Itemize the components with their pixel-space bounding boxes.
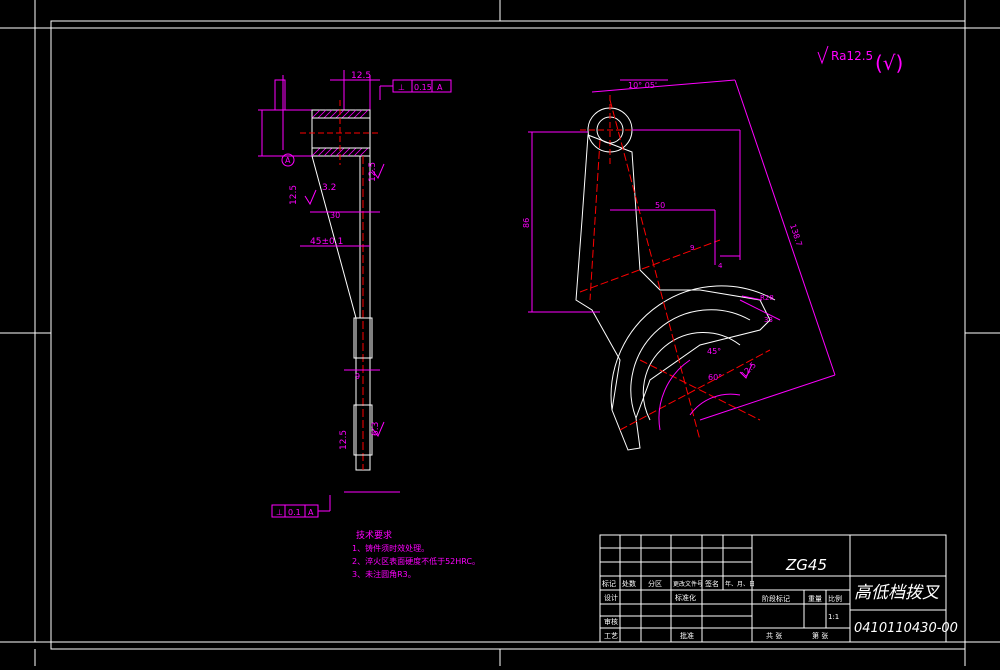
fork-outline xyxy=(575,134,771,451)
dim-12-5: 12.5 xyxy=(739,360,758,379)
tolerance-frame-bottom: ⊥ 0.1 A xyxy=(271,495,331,518)
datum-label: A xyxy=(285,156,291,165)
dim-9: 9 xyxy=(355,372,360,381)
svg-text:批准: 批准 xyxy=(680,631,694,640)
drawing-number: 0410110430-00 xyxy=(854,621,958,636)
svg-text:审核: 审核 xyxy=(604,617,618,626)
svg-text:工艺: 工艺 xyxy=(604,632,618,640)
scale-value: 1:1 xyxy=(828,613,839,621)
dim-30: 30 xyxy=(330,211,340,220)
svg-text:比例: 比例 xyxy=(828,594,842,603)
svg-text:共 张: 共 张 xyxy=(766,631,782,640)
svg-text:标记: 标记 xyxy=(602,579,616,588)
svg-text:0.1: 0.1 xyxy=(288,508,301,517)
dim-top-label: 12.5 xyxy=(351,71,371,81)
dim-45: 45±0.1 xyxy=(310,237,343,247)
svg-text:A: A xyxy=(437,83,443,92)
material-label: ZG45 xyxy=(785,556,827,574)
dim-6-3: 6.3 xyxy=(371,422,381,436)
svg-text:设计: 设计 xyxy=(604,593,618,602)
surface-finish-label: Ra12.5 xyxy=(831,49,873,63)
svg-text:⊥: ⊥ xyxy=(276,508,283,517)
arm-body xyxy=(311,155,371,471)
svg-text:第 张: 第 张 xyxy=(812,631,828,640)
surface-finish-paren: (√) xyxy=(875,51,903,75)
inner-border xyxy=(50,20,966,650)
dim-9-right: 9 xyxy=(690,244,694,252)
svg-text:标准化: 标准化 xyxy=(675,593,696,602)
svg-text:签名: 签名 xyxy=(705,579,719,588)
tech-note-2: 2、淬火区表面硬度不低于52HRC。 xyxy=(352,556,480,566)
svg-text:重量: 重量 xyxy=(808,595,822,603)
dim-rough1: 12.5 xyxy=(289,185,299,205)
dim-50: 50 xyxy=(655,201,665,210)
tech-note-3: 3、未注圆角R3。 xyxy=(352,569,416,579)
svg-text:处数: 处数 xyxy=(622,579,636,588)
part-name: 高低档拨叉 xyxy=(854,583,940,603)
svg-text:更改文件号: 更改文件号 xyxy=(673,580,703,588)
right-view: 86 50 138.7 10° 05' 4 9 45° 60° R28 33 1… xyxy=(522,79,836,451)
cad-drawing: Ra12.5 (√) 12.5 ⊥ 0.15 A A 12.5 12.5 3.2… xyxy=(0,0,1000,666)
dim-3-2: 3.2 xyxy=(322,183,336,193)
tech-note-1: 1、铸件须时效处理。 xyxy=(352,543,429,553)
svg-text:0.15: 0.15 xyxy=(414,83,432,92)
left-view: 12.5 ⊥ 0.15 A A 12.5 12.5 3.2 30 45±0.1 … xyxy=(258,70,452,518)
svg-text:阶段标记: 阶段标记 xyxy=(762,594,790,603)
outer-border xyxy=(34,27,966,643)
dim-33: 33 xyxy=(764,316,773,324)
drawing-sheet: Ra12.5 (√) 12.5 ⊥ 0.15 A A 12.5 12.5 3.2… xyxy=(0,0,1000,666)
dim-86: 86 xyxy=(522,218,531,228)
tech-notes-title: 技术要求 xyxy=(356,529,392,541)
svg-text:⊥: ⊥ xyxy=(398,83,405,92)
dim-r28: R28 xyxy=(760,294,774,302)
technical-requirements: 技术要求 1、铸件须时效处理。 2、淬火区表面硬度不低于52HRC。 3、未注圆… xyxy=(352,529,480,579)
surface-finish-symbol: Ra12.5 (√) xyxy=(817,45,903,75)
svg-text:A: A xyxy=(308,508,314,517)
title-block: 标记 处数 分区 更改文件号 签名 年、月、日 设计 标准化 审核 工艺 批准 … xyxy=(599,534,958,643)
dim-rough3: 12.5 xyxy=(339,430,349,450)
svg-text:年、月、日: 年、月、日 xyxy=(725,580,755,588)
angle-60: 60° xyxy=(708,373,722,382)
angle-top: 10° 05' xyxy=(628,81,657,90)
angle-45: 45° xyxy=(707,347,721,356)
tolerance-frame-top: ⊥ 0.15 A xyxy=(379,79,452,100)
dim-r4: 4 xyxy=(718,262,723,270)
svg-text:分区: 分区 xyxy=(648,579,662,588)
